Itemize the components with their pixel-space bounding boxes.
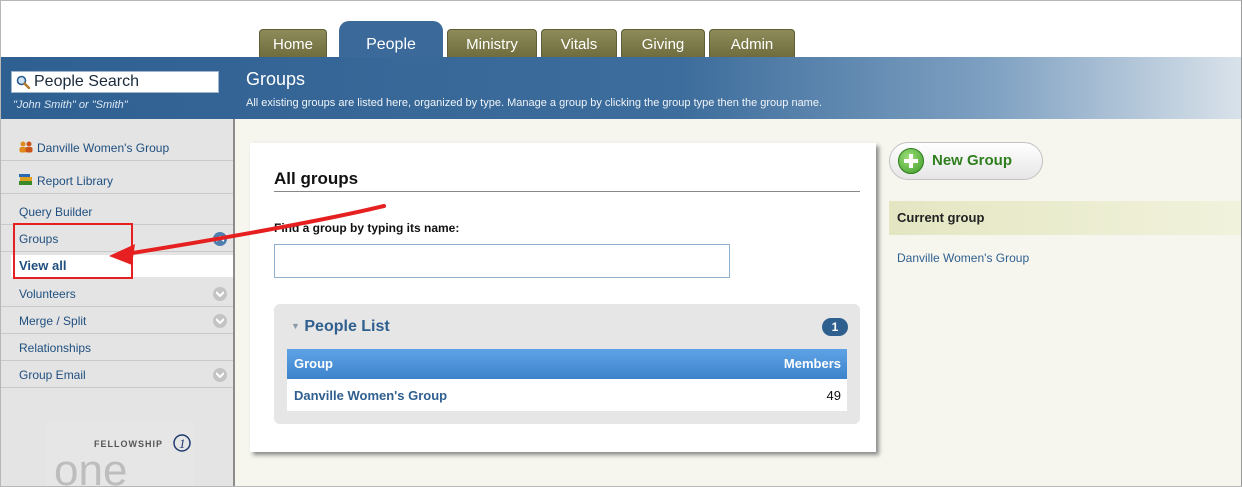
members-count: 49: [826, 388, 841, 403]
card-title: All groups: [274, 169, 359, 188]
people-list-title: People List: [304, 318, 390, 335]
group-icon: [19, 141, 33, 153]
sidebar: Danville Women's Group Report Library Qu…: [1, 119, 235, 487]
sidebar-item-danville-womens-group[interactable]: Danville Women's Group: [1, 135, 233, 161]
sidebar-item-merge-split[interactable]: Merge / Split: [1, 308, 233, 334]
svg-text:1: 1: [179, 436, 186, 451]
people-search-value: People Search: [34, 73, 139, 90]
chevron-up-icon[interactable]: [213, 232, 227, 246]
tab-vitals[interactable]: Vitals: [541, 29, 617, 57]
sidebar-item-relationships[interactable]: Relationships: [1, 335, 233, 361]
sidebar-item-label: Relationships: [19, 341, 92, 355]
people-search-input[interactable]: People Search: [11, 71, 219, 93]
divider: [274, 191, 860, 192]
books-icon: [19, 174, 32, 185]
annotation-highlight-box: [13, 223, 133, 279]
plus-icon: [898, 148, 924, 174]
new-group-label: New Group: [932, 152, 1013, 169]
chevron-down-icon[interactable]: [213, 314, 227, 328]
chevron-down-icon[interactable]: [213, 368, 227, 382]
current-group-header: Current group: [889, 201, 1241, 235]
sidebar-item-report-library[interactable]: Report Library: [1, 168, 233, 194]
tab-home[interactable]: Home: [259, 29, 327, 57]
tab-people[interactable]: People: [339, 21, 443, 58]
people-list-panel: ▼ People List 1 Group Members Danville W…: [274, 304, 860, 424]
page-description: All existing groups are listed here, org…: [246, 97, 823, 109]
search-icon: [16, 75, 30, 89]
current-group-link[interactable]: Danville Women's Group: [897, 251, 1029, 265]
sidebar-item-label: Query Builder: [19, 205, 93, 219]
chevron-down-icon[interactable]: [213, 287, 227, 301]
all-groups-card: All groups Find a group by typing its na…: [250, 143, 876, 452]
people-list-toggle[interactable]: ▼ People List: [291, 318, 390, 336]
svg-text:one: one: [54, 446, 127, 487]
sidebar-item-group-email[interactable]: Group Email: [1, 362, 233, 388]
count-badge: 1: [822, 318, 848, 336]
find-group-label: Find a group by typing its name:: [274, 221, 460, 235]
sidebar-item-label: Merge / Split: [19, 314, 87, 328]
sidebar-item-volunteers[interactable]: Volunteers: [1, 281, 233, 307]
sidebar-item-label: Report Library: [37, 174, 114, 188]
sidebar-item-label: Group Email: [19, 368, 86, 382]
sidebar-item-label: Danville Women's Group: [37, 141, 170, 155]
find-group-input[interactable]: [274, 244, 730, 278]
people-list-table: Group Members Danville Women's Group 49: [287, 349, 847, 411]
page-title: Groups: [246, 69, 306, 89]
sidebar-item-label: Volunteers: [19, 287, 76, 301]
column-header-group[interactable]: Group: [294, 349, 333, 379]
app-window: Home People Ministry Vitals Giving Admin…: [0, 0, 1242, 487]
tab-ministry[interactable]: Ministry: [447, 29, 537, 57]
collapse-triangle-icon: ▼: [291, 321, 300, 331]
column-header-members[interactable]: Members: [784, 349, 841, 379]
top-tab-bar: Home People Ministry Vitals Giving Admin: [1, 1, 1241, 58]
sidebar-item-query-builder[interactable]: Query Builder: [1, 199, 233, 225]
tab-giving[interactable]: Giving: [621, 29, 705, 57]
group-link[interactable]: Danville Women's Group: [294, 380, 447, 411]
table-row: Danville Women's Group 49: [287, 380, 847, 411]
page-header: People Search "John Smith" or "Smith" Gr…: [1, 57, 1241, 119]
new-group-button[interactable]: New Group: [889, 142, 1043, 180]
tab-admin[interactable]: Admin: [709, 29, 795, 57]
search-hint: "John Smith" or "Smith": [13, 99, 128, 111]
table-header: Group Members: [287, 349, 847, 379]
fellowship-one-logo: FELLOWSHIP 1 one: [46, 421, 194, 487]
